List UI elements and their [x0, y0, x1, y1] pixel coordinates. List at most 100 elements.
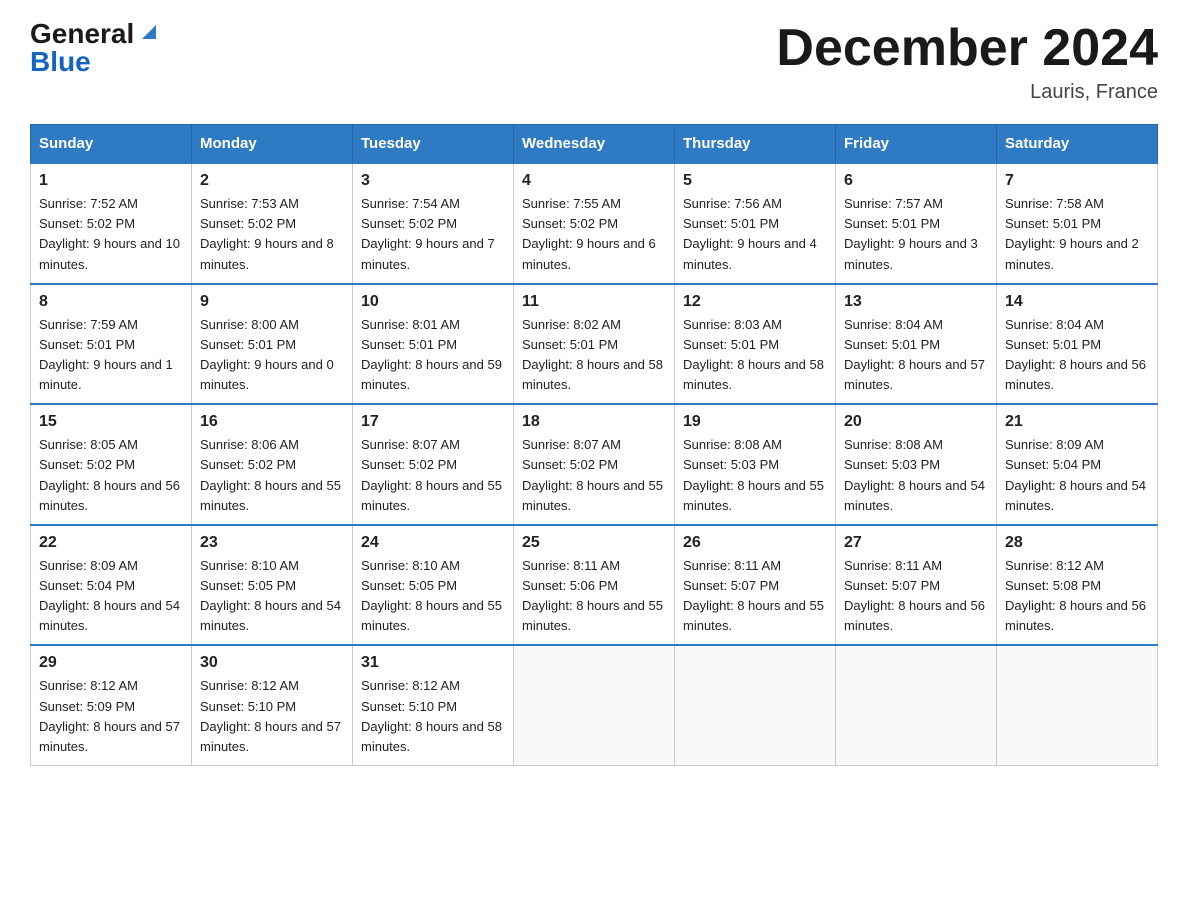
day-number: 14: [1005, 293, 1149, 311]
day-info: Sunrise: 7:53 AMSunset: 5:02 PMDaylight:…: [200, 196, 334, 271]
week-row-1: 1 Sunrise: 7:52 AMSunset: 5:02 PMDayligh…: [31, 163, 1158, 284]
table-row: 28 Sunrise: 8:12 AMSunset: 5:08 PMDaylig…: [997, 525, 1158, 646]
day-number: 17: [361, 413, 505, 431]
day-info: Sunrise: 8:01 AMSunset: 5:01 PMDaylight:…: [361, 317, 502, 392]
day-number: 12: [683, 293, 827, 311]
col-sunday: Sunday: [31, 125, 192, 164]
day-info: Sunrise: 8:10 AMSunset: 5:05 PMDaylight:…: [200, 558, 341, 633]
table-row: [514, 645, 675, 765]
day-info: Sunrise: 8:11 AMSunset: 5:07 PMDaylight:…: [844, 558, 985, 633]
day-info: Sunrise: 7:57 AMSunset: 5:01 PMDaylight:…: [844, 196, 978, 271]
table-row: 6 Sunrise: 7:57 AMSunset: 5:01 PMDayligh…: [836, 163, 997, 284]
day-number: 16: [200, 413, 344, 431]
day-number: 11: [522, 293, 666, 311]
day-number: 18: [522, 413, 666, 431]
day-number: 21: [1005, 413, 1149, 431]
day-info: Sunrise: 8:05 AMSunset: 5:02 PMDaylight:…: [39, 437, 180, 512]
day-number: 19: [683, 413, 827, 431]
day-info: Sunrise: 8:04 AMSunset: 5:01 PMDaylight:…: [844, 317, 985, 392]
week-row-4: 22 Sunrise: 8:09 AMSunset: 5:04 PMDaylig…: [31, 525, 1158, 646]
day-info: Sunrise: 8:12 AMSunset: 5:08 PMDaylight:…: [1005, 558, 1146, 633]
month-title: December 2024: [776, 20, 1158, 77]
table-row: 5 Sunrise: 7:56 AMSunset: 5:01 PMDayligh…: [675, 163, 836, 284]
day-info: Sunrise: 7:58 AMSunset: 5:01 PMDaylight:…: [1005, 196, 1139, 271]
day-info: Sunrise: 8:12 AMSunset: 5:09 PMDaylight:…: [39, 678, 180, 753]
day-number: 28: [1005, 534, 1149, 552]
table-row: 16 Sunrise: 8:06 AMSunset: 5:02 PMDaylig…: [192, 404, 353, 525]
day-info: Sunrise: 7:55 AMSunset: 5:02 PMDaylight:…: [522, 196, 656, 271]
day-number: 20: [844, 413, 988, 431]
logo: General Blue: [30, 20, 160, 76]
day-info: Sunrise: 7:59 AMSunset: 5:01 PMDaylight:…: [39, 317, 173, 392]
calendar-table: Sunday Monday Tuesday Wednesday Thursday…: [30, 124, 1158, 766]
day-number: 4: [522, 172, 666, 190]
table-row: 24 Sunrise: 8:10 AMSunset: 5:05 PMDaylig…: [353, 525, 514, 646]
logo-triangle-icon: [138, 21, 160, 48]
table-row: 22 Sunrise: 8:09 AMSunset: 5:04 PMDaylig…: [31, 525, 192, 646]
day-info: Sunrise: 8:10 AMSunset: 5:05 PMDaylight:…: [361, 558, 502, 633]
page-header: General Blue December 2024 Lauris, Franc…: [30, 20, 1158, 104]
day-number: 15: [39, 413, 183, 431]
table-row: 1 Sunrise: 7:52 AMSunset: 5:02 PMDayligh…: [31, 163, 192, 284]
day-info: Sunrise: 8:11 AMSunset: 5:07 PMDaylight:…: [683, 558, 824, 633]
week-row-2: 8 Sunrise: 7:59 AMSunset: 5:01 PMDayligh…: [31, 284, 1158, 405]
day-info: Sunrise: 8:11 AMSunset: 5:06 PMDaylight:…: [522, 558, 663, 633]
table-row: 23 Sunrise: 8:10 AMSunset: 5:05 PMDaylig…: [192, 525, 353, 646]
day-info: Sunrise: 8:12 AMSunset: 5:10 PMDaylight:…: [200, 678, 341, 753]
table-row: 17 Sunrise: 8:07 AMSunset: 5:02 PMDaylig…: [353, 404, 514, 525]
day-info: Sunrise: 8:07 AMSunset: 5:02 PMDaylight:…: [522, 437, 663, 512]
day-number: 25: [522, 534, 666, 552]
day-info: Sunrise: 8:07 AMSunset: 5:02 PMDaylight:…: [361, 437, 502, 512]
day-number: 30: [200, 654, 344, 672]
table-row: 12 Sunrise: 8:03 AMSunset: 5:01 PMDaylig…: [675, 284, 836, 405]
table-row: 18 Sunrise: 8:07 AMSunset: 5:02 PMDaylig…: [514, 404, 675, 525]
day-number: 9: [200, 293, 344, 311]
table-row: 11 Sunrise: 8:02 AMSunset: 5:01 PMDaylig…: [514, 284, 675, 405]
table-row: 7 Sunrise: 7:58 AMSunset: 5:01 PMDayligh…: [997, 163, 1158, 284]
table-row: 2 Sunrise: 7:53 AMSunset: 5:02 PMDayligh…: [192, 163, 353, 284]
day-info: Sunrise: 7:52 AMSunset: 5:02 PMDaylight:…: [39, 196, 180, 271]
table-row: [836, 645, 997, 765]
table-row: 29 Sunrise: 8:12 AMSunset: 5:09 PMDaylig…: [31, 645, 192, 765]
day-number: 24: [361, 534, 505, 552]
title-block: December 2024 Lauris, France: [776, 20, 1158, 104]
location-subtitle: Lauris, France: [776, 81, 1158, 104]
col-friday: Friday: [836, 125, 997, 164]
day-number: 22: [39, 534, 183, 552]
day-number: 7: [1005, 172, 1149, 190]
table-row: 13 Sunrise: 8:04 AMSunset: 5:01 PMDaylig…: [836, 284, 997, 405]
table-row: 15 Sunrise: 8:05 AMSunset: 5:02 PMDaylig…: [31, 404, 192, 525]
table-row: 27 Sunrise: 8:11 AMSunset: 5:07 PMDaylig…: [836, 525, 997, 646]
day-info: Sunrise: 8:09 AMSunset: 5:04 PMDaylight:…: [39, 558, 180, 633]
table-row: 4 Sunrise: 7:55 AMSunset: 5:02 PMDayligh…: [514, 163, 675, 284]
day-number: 23: [200, 534, 344, 552]
col-thursday: Thursday: [675, 125, 836, 164]
day-number: 6: [844, 172, 988, 190]
day-number: 31: [361, 654, 505, 672]
table-row: 14 Sunrise: 8:04 AMSunset: 5:01 PMDaylig…: [997, 284, 1158, 405]
day-info: Sunrise: 8:09 AMSunset: 5:04 PMDaylight:…: [1005, 437, 1146, 512]
table-row: 20 Sunrise: 8:08 AMSunset: 5:03 PMDaylig…: [836, 404, 997, 525]
day-info: Sunrise: 8:02 AMSunset: 5:01 PMDaylight:…: [522, 317, 663, 392]
table-row: 31 Sunrise: 8:12 AMSunset: 5:10 PMDaylig…: [353, 645, 514, 765]
table-row: [675, 645, 836, 765]
day-info: Sunrise: 8:03 AMSunset: 5:01 PMDaylight:…: [683, 317, 824, 392]
day-info: Sunrise: 7:54 AMSunset: 5:02 PMDaylight:…: [361, 196, 495, 271]
day-number: 5: [683, 172, 827, 190]
day-number: 10: [361, 293, 505, 311]
day-number: 13: [844, 293, 988, 311]
table-row: [997, 645, 1158, 765]
table-row: 30 Sunrise: 8:12 AMSunset: 5:10 PMDaylig…: [192, 645, 353, 765]
logo-blue-text: Blue: [30, 48, 91, 76]
table-row: 26 Sunrise: 8:11 AMSunset: 5:07 PMDaylig…: [675, 525, 836, 646]
table-row: 9 Sunrise: 8:00 AMSunset: 5:01 PMDayligh…: [192, 284, 353, 405]
week-row-3: 15 Sunrise: 8:05 AMSunset: 5:02 PMDaylig…: [31, 404, 1158, 525]
day-info: Sunrise: 8:04 AMSunset: 5:01 PMDaylight:…: [1005, 317, 1146, 392]
logo-general-text: General: [30, 20, 160, 48]
day-number: 3: [361, 172, 505, 190]
day-number: 1: [39, 172, 183, 190]
table-row: 8 Sunrise: 7:59 AMSunset: 5:01 PMDayligh…: [31, 284, 192, 405]
day-number: 29: [39, 654, 183, 672]
day-info: Sunrise: 8:06 AMSunset: 5:02 PMDaylight:…: [200, 437, 341, 512]
col-monday: Monday: [192, 125, 353, 164]
